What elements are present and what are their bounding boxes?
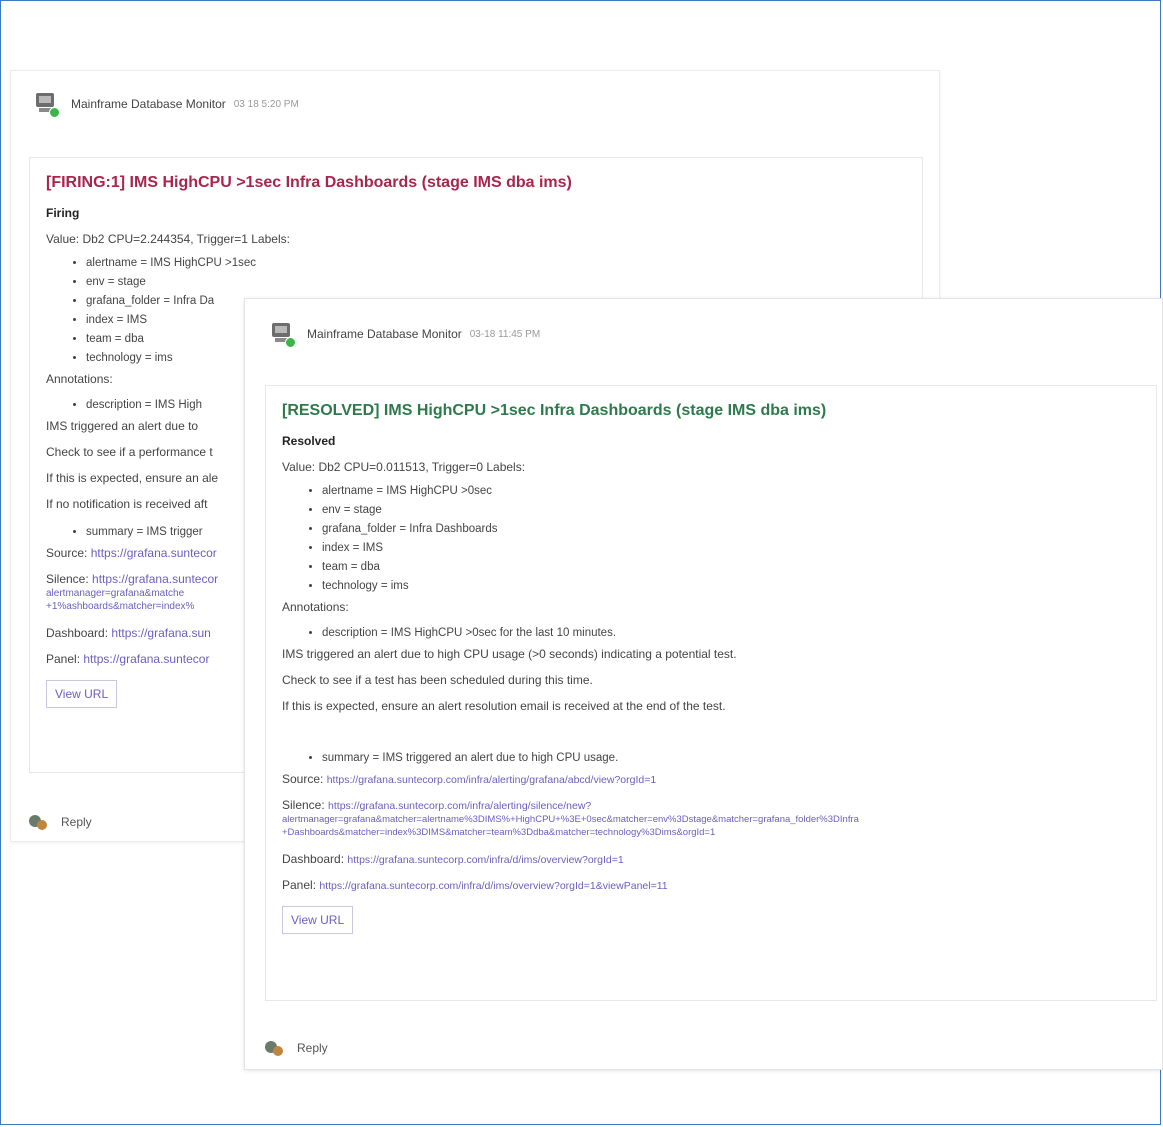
alert-title: [FIRING:1] IMS HighCPU >1sec Infra Dashb… bbox=[46, 174, 572, 191]
reply-avatar-icon bbox=[265, 1039, 283, 1057]
panel-label: Panel: bbox=[46, 652, 81, 666]
sender-name[interactable]: Mainframe Database Monitor bbox=[307, 327, 462, 341]
message-time: 03-18 11:45 PM bbox=[469, 328, 541, 340]
silence-link-cont[interactable]: alertmanager=grafana&matcher=alertname%3… bbox=[282, 814, 1140, 825]
label-item: index = IMS bbox=[322, 539, 1140, 558]
dashboard-label: Dashboard: bbox=[46, 626, 109, 640]
dashboard-label: Dashboard: bbox=[282, 852, 345, 866]
annotations-label: Annotations: bbox=[282, 600, 349, 614]
alert-body: [RESOLVED] IMS HighCPU >1sec Infra Dashb… bbox=[265, 385, 1157, 1001]
label-item: alertname = IMS HighCPU >1sec bbox=[86, 254, 906, 273]
ims-line: IMS triggered an alert due to high CPU u… bbox=[282, 647, 737, 661]
alert-title: [RESOLVED] IMS HighCPU >1sec Infra Dashb… bbox=[282, 402, 827, 419]
monitor-avatar-icon[interactable] bbox=[35, 93, 60, 118]
label-item: env = stage bbox=[86, 273, 906, 292]
panel-link[interactable]: https://grafana.suntecorp.com/infra/d/im… bbox=[319, 880, 667, 892]
label-item: grafana_folder = Infra Dashboards bbox=[322, 520, 1140, 539]
monitor-avatar-icon[interactable] bbox=[271, 323, 296, 348]
message-header: Mainframe Database Monitor 03 18 5:20 PM bbox=[35, 93, 299, 118]
panel-label: Panel: bbox=[282, 878, 317, 892]
source-line: Source: https://grafana.suntecorp.com/in… bbox=[282, 772, 1140, 786]
view-url-button[interactable]: View URL bbox=[46, 680, 118, 708]
description-item: description = IMS HighCPU >0sec for the … bbox=[322, 624, 1140, 643]
source-label: Source: bbox=[46, 546, 88, 560]
description-list: description = IMS HighCPU >0sec for the … bbox=[282, 624, 1140, 643]
silence-link-cont[interactable]: +Dashboards&matcher=index%3DIMS&matcher=… bbox=[282, 827, 1140, 838]
reply-button[interactable]: Reply bbox=[265, 1039, 328, 1057]
panel-link[interactable]: https://grafana.suntecor bbox=[83, 652, 209, 666]
alert-status: Resolved bbox=[282, 434, 336, 448]
source-label: Source: bbox=[282, 772, 324, 786]
message-time: 03 18 5:20 PM bbox=[233, 98, 299, 110]
silence-link[interactable]: https://grafana.suntecorp.com/infra/aler… bbox=[328, 800, 591, 812]
value-line: Value: Db2 CPU=2.244354, Trigger=1 Label… bbox=[46, 232, 290, 246]
expected-line: If this is expected, ensure an alert res… bbox=[282, 699, 726, 713]
check-line: Check to see if a test has been schedule… bbox=[282, 673, 593, 687]
sender-name[interactable]: Mainframe Database Monitor bbox=[71, 97, 226, 111]
label-item: team = dba bbox=[322, 558, 1140, 577]
reply-label: Reply bbox=[61, 815, 92, 829]
alert-status: Firing bbox=[46, 206, 80, 220]
silence-link[interactable]: https://grafana.suntecor bbox=[92, 572, 218, 586]
labels-list: alertname = IMS HighCPU >0sec env = stag… bbox=[282, 482, 1140, 596]
summary-list: summary = IMS triggered an alert due to … bbox=[282, 749, 1140, 768]
online-status-icon bbox=[285, 337, 296, 348]
summary-item: summary = IMS triggered an alert due to … bbox=[322, 749, 1140, 768]
label-item: env = stage bbox=[322, 501, 1140, 520]
source-link[interactable]: https://grafana.suntecor bbox=[91, 546, 217, 560]
reply-label: Reply bbox=[297, 1041, 328, 1055]
dashboard-link[interactable]: https://grafana.suntecorp.com/infra/d/im… bbox=[347, 854, 623, 866]
message-card-resolved: Mainframe Database Monitor 03-18 11:45 P… bbox=[244, 298, 1163, 1070]
panel-line: Panel: https://grafana.suntecorp.com/inf… bbox=[282, 878, 1140, 892]
reply-button[interactable]: Reply bbox=[29, 813, 92, 831]
source-link[interactable]: https://grafana.suntecorp.com/infra/aler… bbox=[327, 774, 657, 786]
label-item: technology = ims bbox=[322, 577, 1140, 596]
silence-line: Silence: https://grafana.suntecorp.com/i… bbox=[282, 798, 1140, 812]
silence-label: Silence: bbox=[282, 798, 325, 812]
view-url-button[interactable]: View URL bbox=[282, 906, 354, 934]
value-line: Value: Db2 CPU=0.011513, Trigger=0 Label… bbox=[282, 460, 526, 474]
dashboard-link[interactable]: https://grafana.sun bbox=[111, 626, 210, 640]
online-status-icon bbox=[49, 107, 60, 118]
message-header: Mainframe Database Monitor 03-18 11:45 P… bbox=[271, 323, 541, 348]
dashboard-line: Dashboard: https://grafana.suntecorp.com… bbox=[282, 852, 1140, 866]
reply-avatar-icon bbox=[29, 813, 47, 831]
silence-label: Silence: bbox=[46, 572, 89, 586]
label-item: alertname = IMS HighCPU >0sec bbox=[322, 482, 1140, 501]
